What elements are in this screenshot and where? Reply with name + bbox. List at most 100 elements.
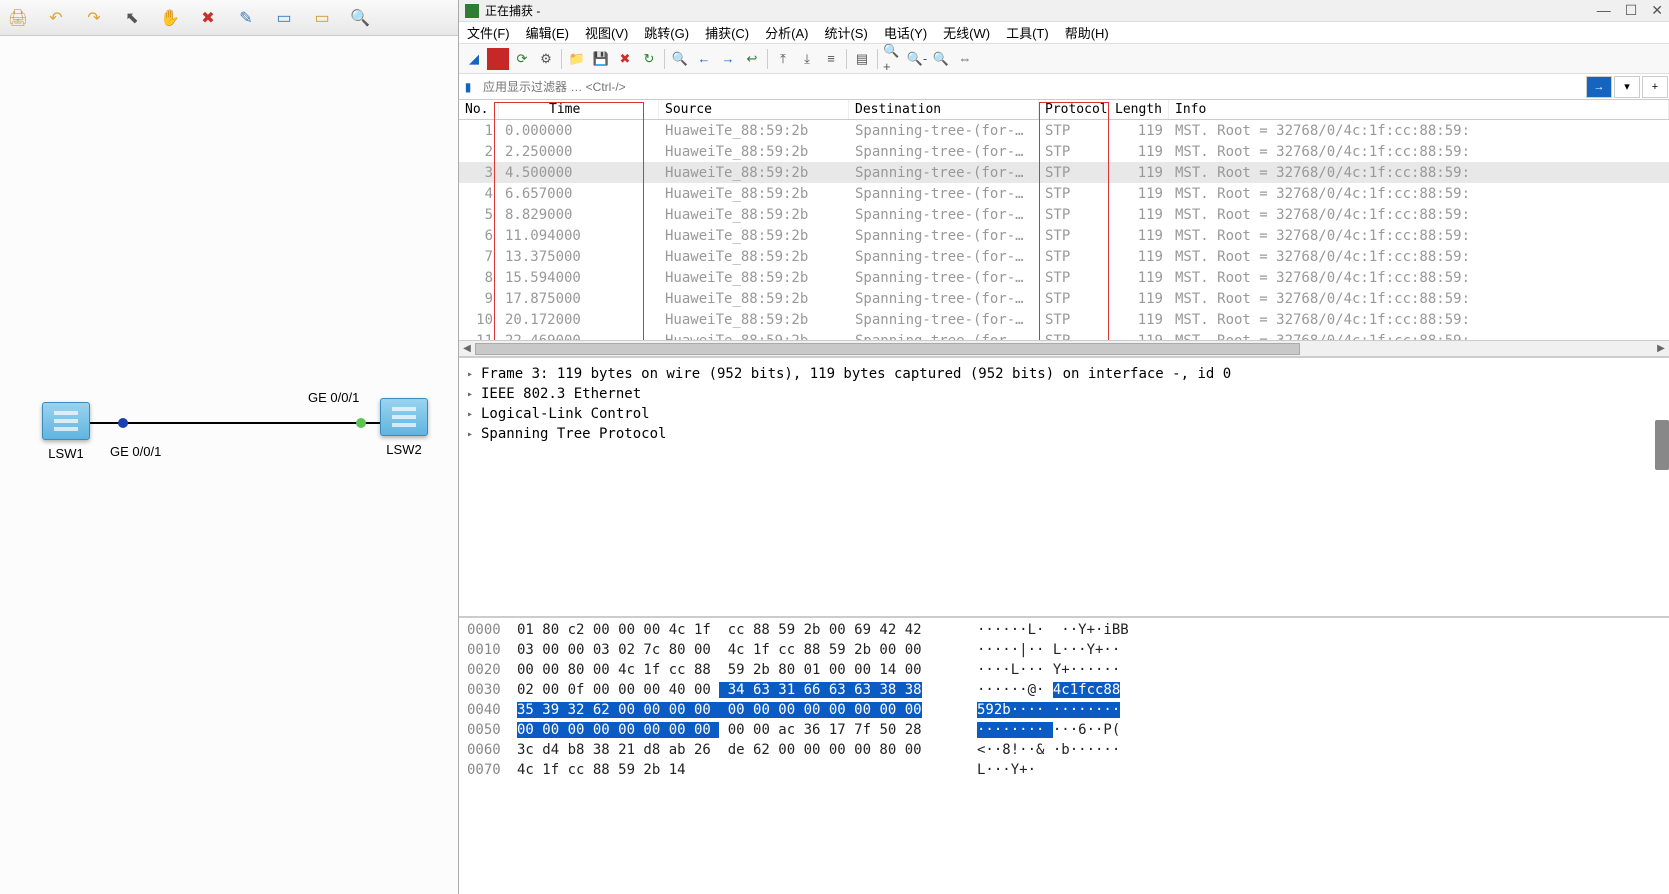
window-title: 正在捕获 -: [485, 2, 1597, 19]
packet-details[interactable]: ▸Frame 3: 119 bytes on wire (952 bits), …: [459, 358, 1669, 618]
menu-file[interactable]: 文件(F): [467, 23, 510, 42]
packet-list[interactable]: No. Time Source Destination Protocol Len…: [459, 100, 1669, 358]
colorize-icon[interactable]: ▤: [851, 48, 873, 70]
col-protocol[interactable]: Protocol: [1039, 100, 1109, 119]
reload-icon[interactable]: ↻: [638, 48, 660, 70]
hex-line[interactable]: 004035 39 32 62 00 00 00 00 00 00 00 00 …: [467, 702, 1661, 722]
rect1-icon[interactable]: ▭: [274, 8, 294, 28]
resize-cols-icon[interactable]: ⇔: [954, 48, 976, 70]
scroll-right-icon[interactable]: ▶: [1653, 343, 1669, 354]
vertical-scrollbar[interactable]: [1655, 420, 1669, 470]
goto-icon[interactable]: ↩: [741, 48, 763, 70]
autoscroll-icon[interactable]: ≡: [820, 48, 842, 70]
last-icon[interactable]: ⤓: [796, 48, 818, 70]
col-destination[interactable]: Destination: [849, 100, 1039, 119]
packet-row[interactable]: 34.500000HuaweiTe_88:59:2bSpanning-tree-…: [459, 162, 1669, 183]
zoom-reset-icon[interactable]: 🔍: [930, 48, 952, 70]
packet-rows[interactable]: 10.000000HuaweiTe_88:59:2bSpanning-tree-…: [459, 120, 1669, 351]
packet-row[interactable]: 22.250000HuaweiTe_88:59:2bSpanning-tree-…: [459, 141, 1669, 162]
save-file-icon[interactable]: 💾: [590, 48, 612, 70]
packet-hscroll[interactable]: ◀ ▶: [459, 340, 1669, 356]
rect2-icon[interactable]: ▭: [312, 8, 332, 28]
close-file-icon[interactable]: ✖: [614, 48, 636, 70]
find-icon[interactable]: 🔍: [669, 48, 691, 70]
hex-line[interactable]: 000001 80 c2 00 00 00 4c 1f cc 88 59 2b …: [467, 622, 1661, 642]
packet-row[interactable]: 10.000000HuaweiTe_88:59:2bSpanning-tree-…: [459, 120, 1669, 141]
hex-line[interactable]: 005000 00 00 00 00 00 00 00 00 00 ac 36 …: [467, 722, 1661, 742]
packet-list-header: No. Time Source Destination Protocol Len…: [459, 100, 1669, 120]
maximize-button[interactable]: ☐: [1625, 2, 1638, 19]
col-no[interactable]: No.: [459, 100, 499, 119]
hex-line[interactable]: 001003 00 00 03 02 7c 80 00 4c 1f cc 88 …: [467, 642, 1661, 662]
pan-icon[interactable]: ✋: [160, 8, 180, 28]
scroll-left-icon[interactable]: ◀: [459, 343, 475, 354]
filter-dropdown-button[interactable]: ▾: [1614, 76, 1640, 98]
col-length[interactable]: Length: [1109, 100, 1169, 119]
detail-tree-item[interactable]: ▸Spanning Tree Protocol: [467, 424, 1661, 444]
packet-bytes[interactable]: 000001 80 c2 00 00 00 4c 1f cc 88 59 2b …: [459, 618, 1669, 894]
hex-line[interactable]: 002000 00 80 00 4c 1f cc 88 59 2b 80 01 …: [467, 662, 1661, 682]
filter-bar: ▮ → ▾ +: [459, 74, 1669, 100]
hex-line[interactable]: 00603c d4 b8 38 21 d8 ab 26 de 62 00 00 …: [467, 742, 1661, 762]
hex-line[interactable]: 003002 00 0f 00 00 00 40 00 34 63 31 66 …: [467, 682, 1661, 702]
menu-go[interactable]: 跳转(G): [644, 23, 689, 42]
topology-toolbar: 🖨 ↶ ↷ ⬉ ✋ ✖ ✎ ▭ ▭ 🔍: [0, 0, 458, 36]
menu-analyze[interactable]: 分析(A): [765, 23, 808, 42]
hex-line[interactable]: 00704c 1f cc 88 59 2b 14L···Y+·: [467, 762, 1661, 782]
zoom-out-icon[interactable]: 🔍-: [906, 48, 928, 70]
packet-row[interactable]: 917.875000HuaweiTe_88:59:2bSpanning-tree…: [459, 288, 1669, 309]
switch-lsw2[interactable]: LSW2: [380, 398, 428, 457]
col-info[interactable]: Info: [1169, 100, 1669, 119]
restart-capture-icon[interactable]: ⟳: [511, 48, 533, 70]
menu-tools[interactable]: 工具(T): [1006, 23, 1049, 42]
bookmark-icon[interactable]: ▮: [459, 80, 477, 94]
menu-stats[interactable]: 统计(S): [824, 23, 867, 42]
menu-telephony[interactable]: 电话(Y): [884, 23, 927, 42]
menu-help[interactable]: 帮助(H): [1065, 23, 1109, 42]
filter-apply-button[interactable]: →: [1586, 76, 1612, 98]
prev-icon[interactable]: ←: [693, 48, 715, 70]
topology-canvas[interactable]: LSW1 LSW2 GE 0/0/1 GE 0/0/1: [0, 36, 458, 894]
redo-icon[interactable]: ↷: [84, 8, 104, 28]
minimize-button[interactable]: —: [1597, 2, 1611, 19]
packet-row[interactable]: 815.594000HuaweiTe_88:59:2bSpanning-tree…: [459, 267, 1669, 288]
packet-row[interactable]: 611.094000HuaweiTe_88:59:2bSpanning-tree…: [459, 225, 1669, 246]
zoom-icon[interactable]: 🔍: [350, 8, 370, 28]
wireshark-icon: [465, 4, 479, 18]
menu-edit[interactable]: 编辑(E): [526, 23, 569, 42]
detail-tree-item[interactable]: ▸Frame 3: 119 bytes on wire (952 bits), …: [467, 364, 1661, 384]
packet-row[interactable]: 58.829000HuaweiTe_88:59:2bSpanning-tree-…: [459, 204, 1669, 225]
menu-capture[interactable]: 捕获(C): [705, 23, 749, 42]
menu-view[interactable]: 视图(V): [585, 23, 628, 42]
col-time[interactable]: Time: [499, 100, 659, 119]
switch-lsw1[interactable]: LSW1: [42, 402, 90, 461]
switch-lsw1-label: LSW1: [42, 446, 90, 461]
port-dot-right: [356, 418, 366, 428]
stop-capture-icon[interactable]: [487, 48, 509, 70]
zoom-in-icon[interactable]: 🔍+: [882, 48, 904, 70]
packet-row[interactable]: 46.657000HuaweiTe_88:59:2bSpanning-tree-…: [459, 183, 1669, 204]
pointer-icon[interactable]: ⬉: [122, 8, 142, 28]
start-capture-icon[interactable]: ◢: [463, 48, 485, 70]
open-file-icon[interactable]: 📁: [566, 48, 588, 70]
first-icon[interactable]: ⤒: [772, 48, 794, 70]
col-source[interactable]: Source: [659, 100, 849, 119]
edit-icon[interactable]: ✎: [236, 8, 256, 28]
packet-row[interactable]: 1020.172000HuaweiTe_88:59:2bSpanning-tre…: [459, 309, 1669, 330]
next-icon[interactable]: →: [717, 48, 739, 70]
close-button[interactable]: ✕: [1651, 2, 1663, 19]
delete-icon[interactable]: ✖: [198, 8, 218, 28]
topology-panel: 🖨 ↶ ↷ ⬉ ✋ ✖ ✎ ▭ ▭ 🔍 LSW1 LSW2 GE 0/0/1 G…: [0, 0, 458, 894]
port-label-right: GE 0/0/1: [308, 390, 359, 405]
detail-tree-item[interactable]: ▸IEEE 802.3 Ethernet: [467, 384, 1661, 404]
print-icon[interactable]: 🖨: [8, 8, 28, 28]
capture-options-icon[interactable]: ⚙: [535, 48, 557, 70]
menu-wireless[interactable]: 无线(W): [943, 23, 990, 42]
detail-tree-item[interactable]: ▸Logical-Link Control: [467, 404, 1661, 424]
link-line: [90, 422, 380, 424]
packet-row[interactable]: 713.375000HuaweiTe_88:59:2bSpanning-tree…: [459, 246, 1669, 267]
filter-add-button[interactable]: +: [1642, 76, 1668, 98]
wireshark-toolbar: ◢ ⟳ ⚙ 📁 💾 ✖ ↻ 🔍 ← → ↩ ⤒ ⤓ ≡ ▤ 🔍+ 🔍- 🔍 ⇔: [459, 44, 1669, 74]
undo-icon[interactable]: ↶: [46, 8, 66, 28]
display-filter-input[interactable]: [477, 76, 1585, 98]
